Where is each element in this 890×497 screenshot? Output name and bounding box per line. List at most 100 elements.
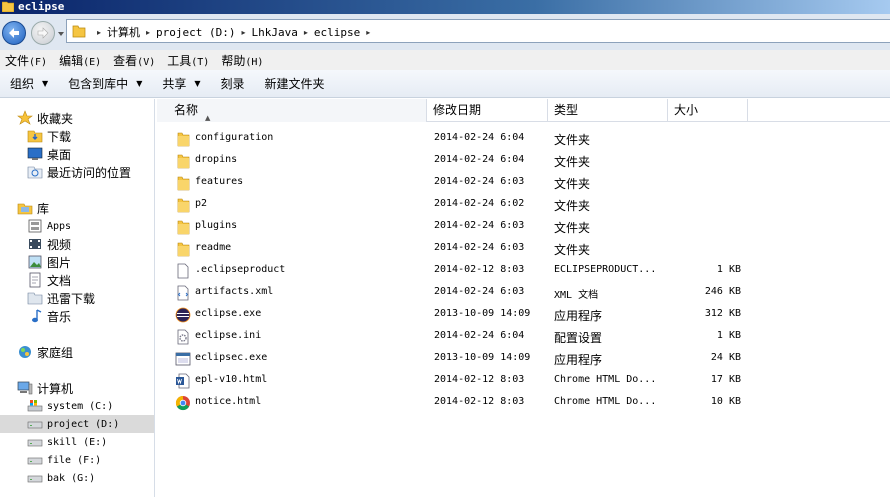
file-row[interactable]: notice.html 2014-02-12 8:03 Chrome HTML … bbox=[157, 392, 890, 414]
share-button[interactable]: 共享 ▼ bbox=[152, 75, 210, 92]
forward-button[interactable] bbox=[31, 21, 55, 45]
include-in-library-button[interactable]: 包含到库中 ▼ bbox=[58, 75, 152, 92]
menu-file[interactable]: 文件(F) bbox=[0, 52, 52, 69]
file-date: 2014-02-24 6:04 bbox=[434, 132, 525, 143]
nav-recent-places[interactable]: 最近访问的位置 bbox=[0, 163, 154, 181]
nav-videos-label: 视频 bbox=[47, 237, 72, 252]
nav-xunlei-downloads[interactable]: 迅雷下载 bbox=[0, 289, 154, 307]
nav-desktop-label: 桌面 bbox=[47, 147, 72, 162]
file-date: 2014-02-24 6:04 bbox=[434, 154, 525, 165]
nav-favorites-label: 收藏夹 bbox=[37, 111, 74, 126]
nav-computer[interactable]: 计算机 bbox=[0, 379, 154, 397]
file-row[interactable]: eclipse.exe 2013-10-09 14:09 应用程序 312 KB bbox=[157, 304, 890, 326]
dropdown-arrow-icon: ▼ bbox=[136, 79, 143, 88]
file-name: p2 bbox=[195, 198, 208, 209]
nav-drive-e[interactable]: skill (E:) bbox=[0, 433, 154, 451]
file-size: 24 KB bbox=[710, 352, 741, 363]
file-row[interactable]: features 2014-02-24 6:03 文件夹 bbox=[157, 172, 890, 194]
menu-tools-accel: (T) bbox=[191, 56, 210, 68]
file-type: 应用程序 bbox=[554, 309, 603, 323]
menu-edit[interactable]: 编辑(E) bbox=[54, 52, 106, 69]
ini-file-icon bbox=[177, 329, 189, 345]
history-dropdown-icon[interactable] bbox=[57, 28, 65, 38]
chevron-right-icon[interactable]: ▸ bbox=[304, 28, 308, 37]
computer-icon bbox=[17, 381, 33, 395]
chevron-right-icon[interactable]: ▸ bbox=[242, 28, 246, 37]
back-button[interactable] bbox=[2, 21, 26, 45]
dropdown-arrow-icon: ▼ bbox=[194, 79, 201, 88]
nav-apps[interactable]: Apps bbox=[0, 217, 154, 235]
file-row[interactable]: dropins 2014-02-24 6:04 文件夹 bbox=[157, 150, 890, 172]
burn-button[interactable]: 刻录 bbox=[211, 75, 255, 92]
chevron-right-icon[interactable]: ▸ bbox=[366, 28, 370, 37]
file-size: 1 KB bbox=[716, 330, 741, 341]
address-bar[interactable]: ▸ 计算机 ▸ project (D:) ▸ LhkJava ▸ eclipse… bbox=[66, 19, 890, 43]
recent-places-icon bbox=[27, 166, 43, 179]
picture-icon bbox=[28, 255, 42, 269]
nav-drive-f-label: file (F:) bbox=[47, 454, 102, 466]
menu-tools[interactable]: 工具(T) bbox=[162, 52, 214, 69]
file-row[interactable]: epl-v10.html 2014-02-12 8:03 Chrome HTML… bbox=[157, 370, 890, 392]
file-row[interactable]: eclipsec.exe 2013-10-09 14:09 应用程序 24 KB bbox=[157, 348, 890, 370]
menu-tools-label: 工具 bbox=[167, 53, 192, 68]
sort-ascending-icon: ▲ bbox=[205, 114, 211, 122]
nav-desktop[interactable]: 桌面 bbox=[0, 145, 154, 163]
file-type: 文件夹 bbox=[554, 243, 591, 257]
menu-view-accel: (V) bbox=[137, 56, 156, 68]
file-type: Chrome HTML Do... bbox=[554, 396, 657, 407]
nav-downloads[interactable]: 下载 bbox=[0, 127, 154, 145]
breadcrumb-lhkjava[interactable]: LhkJava bbox=[252, 26, 298, 39]
organize-button[interactable]: 组织 ▼ bbox=[0, 75, 58, 92]
nav-drive-f[interactable]: file (F:) bbox=[0, 451, 154, 469]
file-date: 2014-02-12 8:03 bbox=[434, 264, 525, 275]
arrow-right-icon bbox=[37, 27, 49, 39]
nav-documents-label: 文档 bbox=[47, 273, 72, 288]
breadcrumb-project[interactable]: project (D:) bbox=[156, 26, 235, 39]
nav-libraries[interactable]: 库 bbox=[0, 199, 154, 217]
file-row[interactable]: eclipse.ini 2014-02-24 6:04 配置设置 1 KB bbox=[157, 326, 890, 348]
nav-homegroup-label: 家庭组 bbox=[37, 345, 74, 360]
nav-documents[interactable]: 文档 bbox=[0, 271, 154, 289]
file-name: eclipsec.exe bbox=[195, 352, 268, 363]
file-row[interactable]: configuration 2014-02-24 6:04 文件夹 bbox=[157, 128, 890, 150]
nav-pictures[interactable]: 图片 bbox=[0, 253, 154, 271]
file-size: 246 KB bbox=[704, 286, 741, 297]
column-header-size[interactable]: 大小 bbox=[668, 99, 748, 122]
file-row[interactable]: plugins 2014-02-24 6:03 文件夹 bbox=[157, 216, 890, 238]
navigation-pane[interactable]: 收藏夹 下载 桌面 最近访问的位置 库 Apps 视频 图片 文档 迅雷下载 音… bbox=[0, 99, 155, 497]
menu-view[interactable]: 查看(V) bbox=[108, 52, 160, 69]
chevron-right-icon[interactable]: ▸ bbox=[97, 28, 101, 37]
file-row[interactable]: .eclipseproduct 2014-02-12 8:03 ECLIPSEP… bbox=[157, 260, 890, 282]
nav-drive-c[interactable]: system (C:) bbox=[0, 397, 154, 415]
apps-library-icon bbox=[28, 219, 42, 233]
breadcrumb-eclipse[interactable]: eclipse bbox=[314, 26, 360, 39]
file-type: 文件夹 bbox=[554, 155, 591, 169]
file-date: 2014-02-12 8:03 bbox=[434, 374, 525, 385]
file-date: 2014-02-12 8:03 bbox=[434, 396, 525, 407]
nav-drive-g[interactable]: bak (G:) bbox=[0, 469, 154, 487]
file-date: 2013-10-09 14:09 bbox=[434, 308, 531, 319]
nav-music-label: 音乐 bbox=[47, 309, 72, 324]
file-row[interactable]: readme 2014-02-24 6:03 文件夹 bbox=[157, 238, 890, 260]
title-bar[interactable]: eclipse bbox=[0, 0, 890, 14]
file-type: 文件夹 bbox=[554, 133, 591, 147]
column-header-name[interactable]: 名称 ▲ bbox=[157, 99, 427, 122]
file-row[interactable]: p2 2014-02-24 6:02 文件夹 bbox=[157, 194, 890, 216]
new-folder-button[interactable]: 新建文件夹 bbox=[255, 75, 335, 92]
nav-music[interactable]: 音乐 bbox=[0, 307, 154, 325]
nav-drive-d[interactable]: project (D:) bbox=[0, 415, 154, 433]
nav-homegroup[interactable]: 家庭组 bbox=[0, 343, 154, 361]
nav-drive-c-label: system (C:) bbox=[47, 400, 114, 412]
downloads-folder-icon bbox=[27, 130, 43, 143]
breadcrumb-computer[interactable]: 计算机 bbox=[107, 24, 140, 40]
drive-icon bbox=[27, 475, 43, 483]
file-row[interactable]: artifacts.xml 2014-02-24 6:03 XML 文档 246… bbox=[157, 282, 890, 304]
xml-file-icon bbox=[177, 285, 189, 301]
nav-favorites[interactable]: 收藏夹 bbox=[0, 109, 154, 127]
column-header-type[interactable]: 类型 bbox=[548, 99, 668, 122]
chevron-right-icon[interactable]: ▸ bbox=[146, 28, 150, 37]
column-header-date-modified[interactable]: 修改日期 bbox=[427, 99, 548, 122]
nav-videos[interactable]: 视频 bbox=[0, 235, 154, 253]
menu-help[interactable]: 帮助(H) bbox=[216, 52, 268, 69]
drive-icon bbox=[27, 439, 43, 447]
